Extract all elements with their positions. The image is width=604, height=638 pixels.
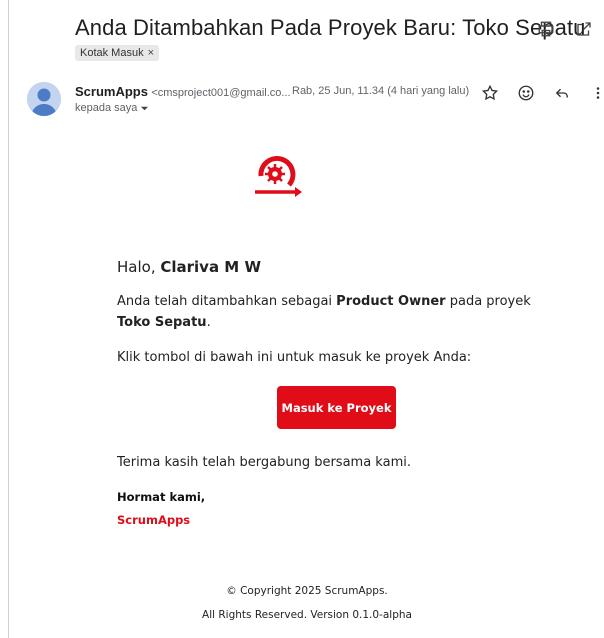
email-subject: Anda Ditambahkan Pada Proyek Baru: Toko … bbox=[75, 15, 586, 40]
reply-icon[interactable] bbox=[551, 82, 573, 104]
recipient-details-toggle[interactable]: kepada saya bbox=[75, 102, 149, 114]
sender-line: ScrumApps <cmsproject001@gmail.co... bbox=[75, 84, 291, 99]
thanks-text: Terima kasih telah bergabung bersama kam… bbox=[117, 455, 411, 470]
email-date: Rab, 25 Jun, 11.34 (4 hari yang lalu) bbox=[292, 85, 470, 97]
label-chip-inbox[interactable]: Kotak Masuk × bbox=[75, 45, 160, 61]
version-text: All Rights Reserved. Version 0.1.0-alpha bbox=[202, 609, 412, 621]
avatar[interactable] bbox=[27, 82, 61, 116]
message-actions bbox=[479, 82, 604, 104]
assignment-text-c: . bbox=[206, 315, 211, 330]
role-name: Product Owner bbox=[336, 294, 446, 309]
star-icon[interactable] bbox=[479, 82, 501, 104]
emoji-icon[interactable] bbox=[515, 82, 537, 104]
email-body: Halo, Clariva M W Anda telah ditambahkan… bbox=[117, 258, 557, 368]
instruction-text: Klik tombol di bawah ini untuk masuk ke … bbox=[117, 350, 472, 365]
more-vert-icon[interactable] bbox=[587, 82, 604, 104]
print-icon[interactable] bbox=[536, 19, 556, 39]
sender-email: <cmsproject001@gmail.co... bbox=[151, 87, 291, 99]
open-in-new-window-icon[interactable] bbox=[574, 19, 594, 39]
brand-signature: ScrumApps bbox=[117, 513, 191, 527]
regards-text: Hormat kami, bbox=[117, 490, 206, 504]
scrumapps-logo-icon bbox=[249, 150, 309, 200]
recipient-label: kepada saya bbox=[75, 102, 138, 114]
greeting: Halo, Clariva M W bbox=[117, 258, 557, 276]
greeting-prefix: Halo, bbox=[117, 258, 161, 276]
label-remove-icon[interactable]: × bbox=[148, 47, 154, 59]
assignment-text-a: Anda telah ditambahkan sebagai bbox=[117, 294, 337, 309]
header-actions bbox=[536, 19, 594, 39]
enter-project-button[interactable]: Masuk ke Proyek bbox=[277, 386, 396, 429]
assignment-text: Anda telah ditambahkan sebagai Product O… bbox=[117, 291, 557, 333]
recipient-name: Clariva M W bbox=[160, 258, 261, 276]
email-view: Anda Ditambahkan Pada Proyek Baru: Toko … bbox=[8, 0, 604, 638]
assignment-text-b: pada proyek bbox=[445, 294, 531, 309]
label-chip-text: Kotak Masuk bbox=[80, 47, 144, 59]
sender-name[interactable]: ScrumApps bbox=[75, 84, 148, 99]
project-name: Toko Sepatu bbox=[117, 315, 207, 330]
chevron-down-icon bbox=[141, 106, 149, 110]
copyright-text: © Copyright 2025 ScrumApps. bbox=[226, 585, 388, 597]
